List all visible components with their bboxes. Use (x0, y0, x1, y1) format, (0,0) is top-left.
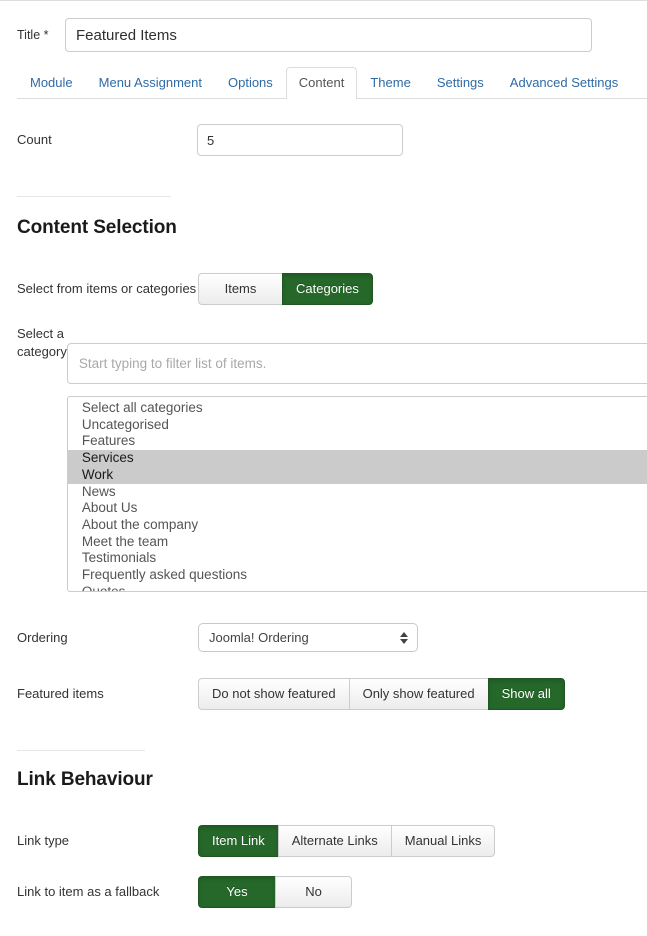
fallback-row: Link to item as a fallback Yes No (17, 876, 637, 908)
select-category-label: Select a category (17, 326, 67, 359)
tab-bar: Module Menu Assignment Options Content T… (17, 66, 647, 99)
ordering-row: Ordering Joomla! Ordering (17, 623, 637, 652)
select-from-option-items[interactable]: Items (198, 273, 282, 305)
category-option[interactable]: About Us (68, 500, 647, 517)
link-type-option-item-link[interactable]: Item Link (198, 825, 278, 857)
category-option[interactable]: Meet the team (68, 534, 647, 551)
fallback-label: Link to item as a fallback (17, 884, 160, 900)
link-type-label: Link type (17, 833, 70, 849)
category-option[interactable]: Features (68, 433, 647, 450)
link-type-option-alternate-links[interactable]: Alternate Links (277, 825, 391, 857)
ordering-selected-value: Joomla! Ordering (209, 630, 309, 645)
select-category-field: Select all categories Uncategorised Feat… (66, 325, 647, 592)
content-selection-heading: Content Selection (17, 217, 177, 238)
tab-module[interactable]: Module (17, 67, 86, 99)
title-label: Title * (17, 27, 49, 42)
section-divider-content (17, 196, 171, 197)
select-from-label: Select from items or categories (17, 281, 197, 297)
title-row: Title * (17, 18, 647, 52)
category-list[interactable]: Select all categories Uncategorised Feat… (66, 396, 647, 592)
featured-option-do-not-show[interactable]: Do not show featured (198, 678, 349, 710)
count-input[interactable] (197, 124, 403, 156)
section-divider-link (17, 750, 145, 751)
category-option[interactable]: Frequently asked questions (68, 567, 647, 584)
featured-items-button-group: Do not show featured Only show featured … (198, 678, 565, 710)
fallback-button-group: Yes No (198, 876, 352, 908)
ordering-select[interactable]: Joomla! Ordering (198, 623, 418, 652)
link-type-row: Link type Item Link Alternate Links Manu… (17, 825, 637, 857)
category-option[interactable]: Uncategorised (68, 417, 647, 434)
link-type-option-manual-links[interactable]: Manual Links (390, 825, 496, 857)
select-from-button-group: Items Categories (198, 273, 373, 305)
fallback-option-yes[interactable]: Yes (198, 876, 275, 908)
tab-menu-assignment[interactable]: Menu Assignment (86, 67, 215, 99)
category-option[interactable]: Testimonials (68, 550, 647, 567)
tab-theme[interactable]: Theme (357, 67, 423, 99)
featured-items-row: Featured items Do not show featured Only… (17, 678, 637, 710)
tab-content[interactable]: Content (285, 66, 358, 99)
category-option[interactable]: Quotes (68, 584, 647, 591)
sort-updown-icon (400, 631, 408, 644)
category-filter-input[interactable] (66, 343, 647, 384)
category-option[interactable]: Services (67, 450, 647, 467)
category-option[interactable]: Work (67, 466, 647, 484)
featured-items-label: Featured items (17, 686, 104, 702)
count-label: Count (17, 132, 52, 147)
category-option[interactable]: Select all categories (68, 400, 647, 417)
select-category-row: Select a category Select all categories … (17, 325, 647, 592)
link-type-button-group: Item Link Alternate Links Manual Links (198, 825, 496, 857)
tab-advanced-settings[interactable]: Advanced Settings (497, 67, 631, 99)
count-row: Count (17, 124, 637, 156)
ordering-label: Ordering (17, 629, 68, 645)
tab-options[interactable]: Options (215, 67, 286, 99)
category-option[interactable]: News (68, 484, 647, 501)
link-behaviour-heading: Link Behaviour (17, 769, 153, 790)
tab-settings[interactable]: Settings (424, 67, 497, 99)
title-input[interactable] (65, 18, 592, 52)
featured-option-show-all[interactable]: Show all (487, 678, 565, 710)
module-edit-form: Title * Module Menu Assignment Options C… (0, 0, 647, 936)
category-option[interactable]: About the company (68, 517, 647, 534)
featured-option-only-show[interactable]: Only show featured (348, 678, 488, 710)
select-from-option-categories[interactable]: Categories (282, 273, 373, 305)
select-from-row: Select from items or categories Items Ca… (17, 273, 637, 305)
fallback-option-no[interactable]: No (275, 876, 352, 908)
